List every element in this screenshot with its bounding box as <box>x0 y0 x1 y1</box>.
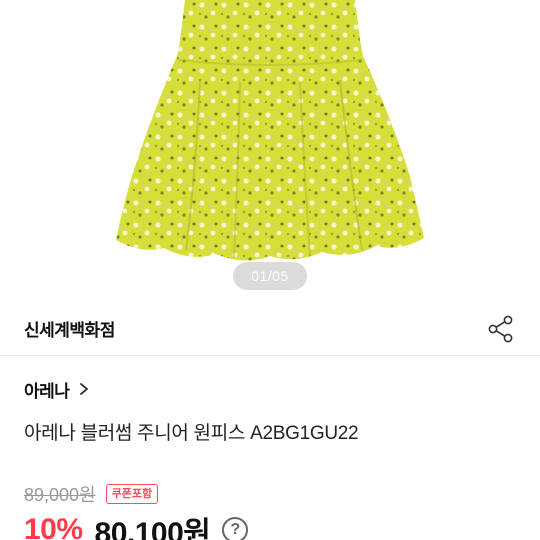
sale-price: 80,100원 <box>94 517 211 540</box>
coupon-badge: 쿠폰포함 <box>105 484 159 504</box>
product-image <box>116 0 424 261</box>
product-title: 아레나 블러썸 주니어 원피스 A2BG1GU22 <box>24 423 359 444</box>
original-price: 89,000원 <box>24 485 96 505</box>
discount-rate: 10% <box>24 513 83 540</box>
brand-name: 아레나 <box>24 381 70 401</box>
image-counter: 01/05 <box>233 262 307 290</box>
help-icon[interactable]: ? <box>222 517 249 540</box>
share-icon[interactable] <box>486 314 516 344</box>
original-price-row: 89,000원 쿠폰포함 <box>24 482 159 506</box>
store-header: 신세계백화점 <box>0 298 540 356</box>
chevron-right-icon <box>80 383 89 395</box>
brand-link[interactable]: 아레나 <box>24 376 91 402</box>
price-row: 10% 80,100원 ? <box>24 510 249 540</box>
product-image-carousel[interactable]: 01/05 <box>0 0 540 298</box>
store-name[interactable]: 신세계백화점 <box>24 316 115 341</box>
